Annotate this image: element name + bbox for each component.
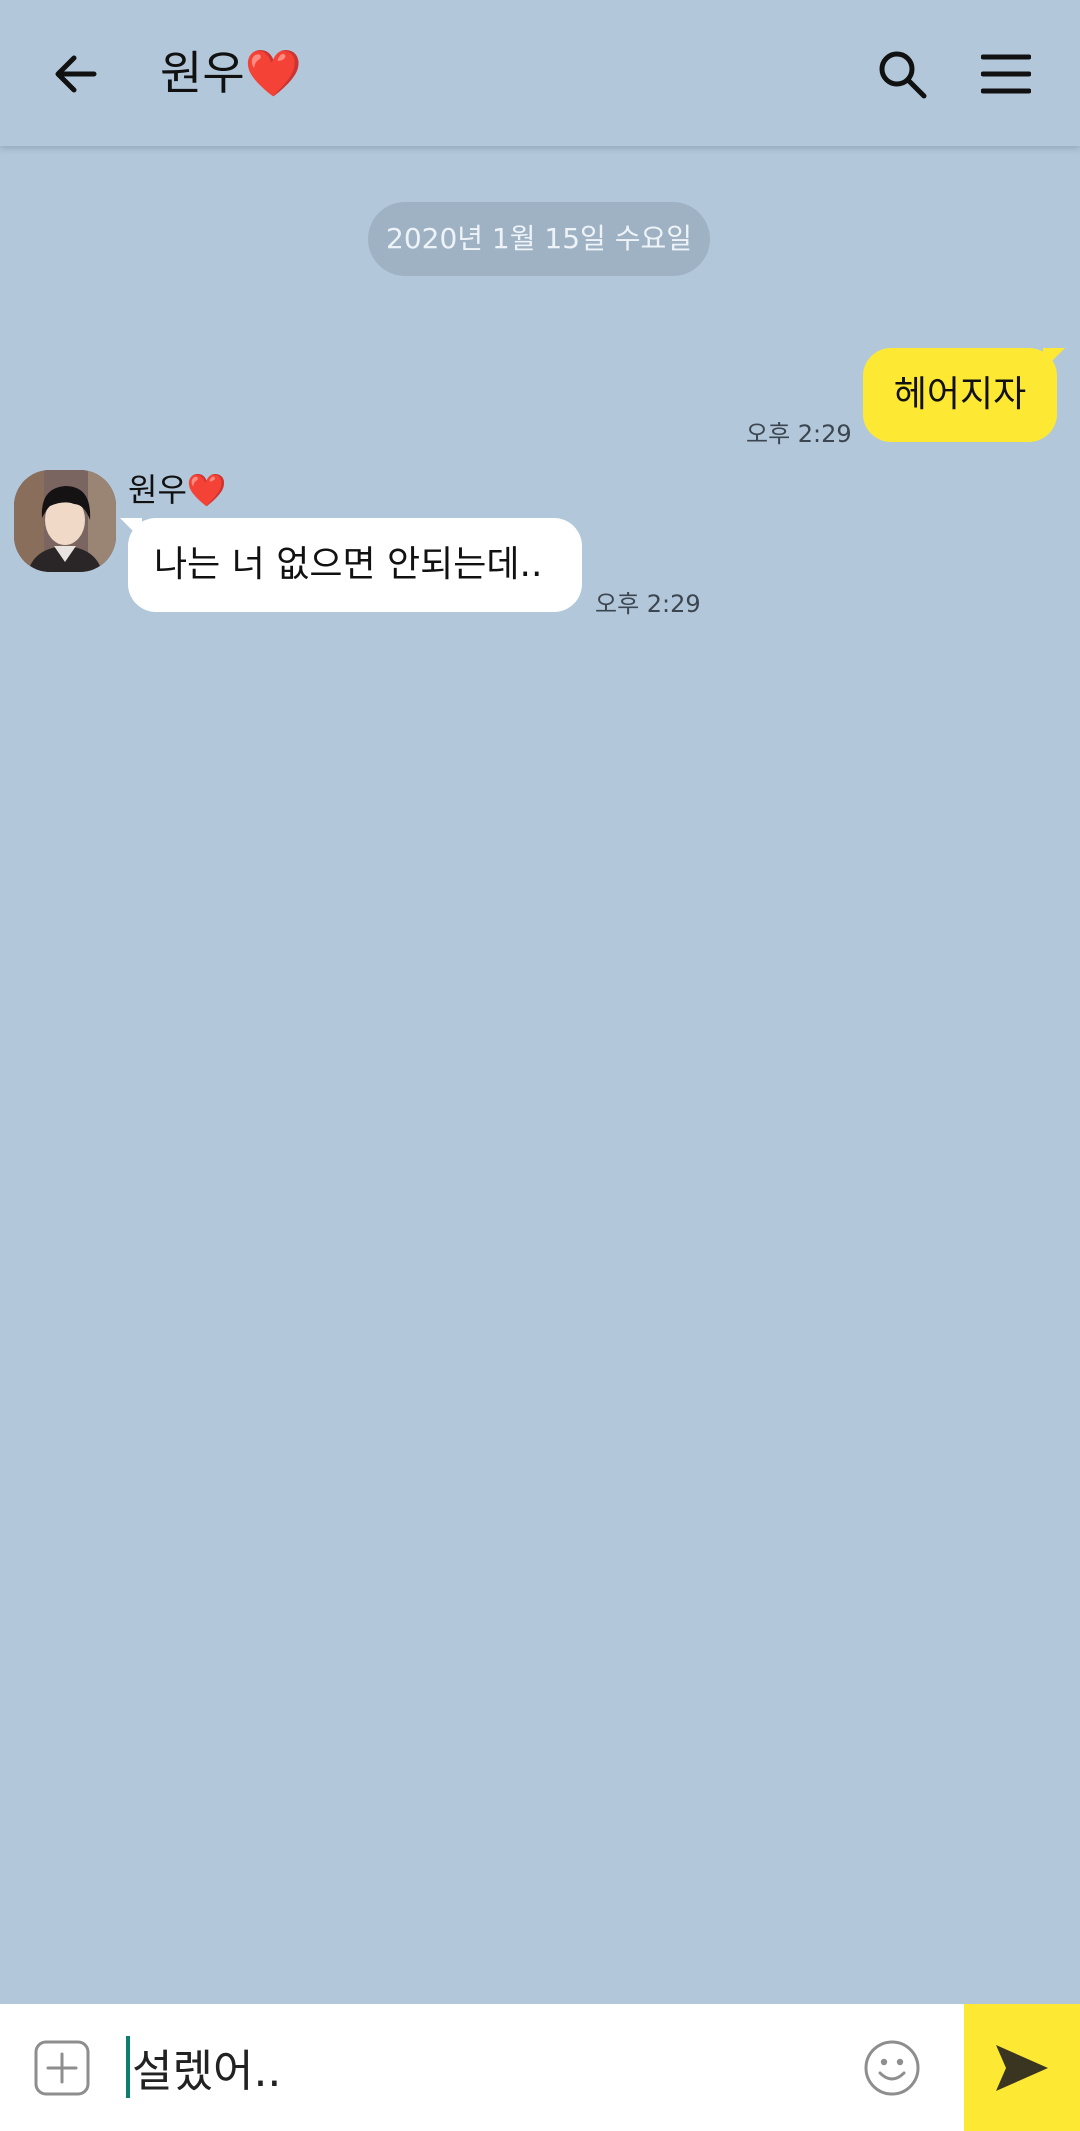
search-button[interactable] bbox=[862, 34, 942, 114]
avatar[interactable] bbox=[14, 470, 116, 572]
sender-name: 원우❤️ bbox=[128, 468, 227, 512]
heart-icon: ❤️ bbox=[186, 471, 227, 509]
bubble-tail bbox=[120, 518, 142, 540]
chat-title-name: 원우 bbox=[160, 46, 245, 100]
message-time: 오후 2:29 bbox=[746, 420, 852, 448]
hamburger-menu-icon bbox=[981, 54, 1031, 94]
smiley-icon bbox=[864, 2040, 920, 2096]
arrow-left-icon bbox=[55, 55, 97, 93]
back-button[interactable] bbox=[36, 34, 116, 114]
emoji-button[interactable] bbox=[862, 2038, 922, 2098]
search-icon bbox=[879, 51, 927, 99]
plus-square-icon bbox=[34, 2040, 90, 2096]
send-arrow-icon bbox=[996, 2044, 1048, 2091]
menu-button[interactable] bbox=[966, 34, 1046, 114]
profile-photo bbox=[14, 470, 116, 572]
message-text: 헤어지자 bbox=[893, 374, 1027, 415]
chat-title: 원우❤️ bbox=[160, 38, 302, 108]
message-text: 나는 너 없으면 안되는데.. bbox=[154, 544, 543, 585]
message-input-value: 설렜어.. bbox=[132, 2046, 282, 2097]
message-input-bar: 설렜어.. bbox=[0, 2004, 1080, 2131]
bubble-tail bbox=[1043, 348, 1065, 370]
attach-button[interactable] bbox=[34, 2040, 90, 2096]
sender-name-text: 원우 bbox=[128, 471, 187, 509]
chat-header: 원우❤️ bbox=[0, 0, 1080, 146]
my-message-bubble[interactable]: 헤어지자 bbox=[863, 348, 1065, 442]
date-divider: 2020년 1월 15일 수요일 bbox=[368, 202, 710, 276]
text-caret bbox=[126, 2036, 130, 2098]
other-message-bubble[interactable]: 나는 너 없으면 안되는데.. bbox=[120, 518, 582, 612]
message-time: 오후 2:29 bbox=[595, 590, 701, 618]
heart-icon: ❤️ bbox=[244, 46, 302, 100]
message-input[interactable]: 설렜어.. bbox=[126, 2034, 826, 2100]
send-button[interactable] bbox=[964, 2004, 1080, 2131]
